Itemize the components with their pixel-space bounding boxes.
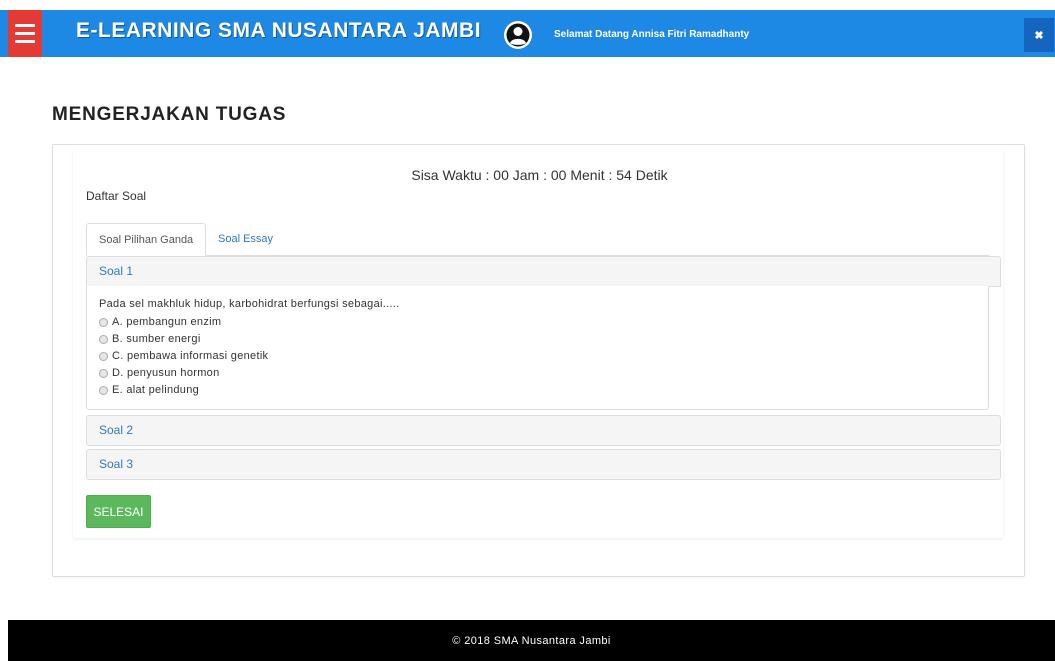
option-e[interactable]: E. alat pelindung [99,384,199,396]
question-3-header[interactable]: Soal 3 [86,449,1001,480]
app-title: E-LEARNING SMA NUSANTARA JAMBI [76,19,482,42]
radio-button[interactable] [99,351,108,361]
option-label: B. sumber energi [112,333,201,345]
option-a[interactable]: A. pembangun enzim [99,316,221,328]
tab-essay[interactable]: Soal Essay [206,223,285,255]
option-c[interactable]: C. pembawa informasi genetik [99,350,268,362]
radio-button[interactable] [99,334,108,344]
finish-button[interactable]: SELESAI [86,495,151,528]
option-label: D. penyusun hormon [112,367,220,379]
option-d[interactable]: D. penyusun hormon [99,367,220,379]
user-avatar-icon [504,21,532,49]
countdown-timer: Sisa Waktu : 00 Jam : 00 Menit : 54 Deti… [411,167,668,183]
question-2-header[interactable]: Soal 2 [86,415,1001,446]
tab-multiple-choice[interactable]: Soal Pilihan Ganda [86,223,207,256]
question-tabs: Soal Pilihan Ganda Soal Essay [86,223,989,256]
footer: © 2018 SMA Nusantara Jambi [8,620,1055,661]
option-b[interactable]: B. sumber energi [99,333,201,345]
welcome-text: Selamat Datang Annisa Fitri Ramadhanty [554,29,750,40]
question-text: Pada sel makhluk hidup, karbohidrat berf… [99,298,400,310]
close-icon[interactable]: ✖ [1024,18,1054,52]
page-title: MENGERJAKAN TUGAS [52,104,287,125]
question-1-header[interactable]: Soal 1 [86,256,1001,287]
radio-button[interactable] [99,368,108,378]
option-label: A. pembangun enzim [112,316,222,328]
radio-button[interactable] [99,317,108,327]
question-list-label: Daftar Soal [86,189,147,203]
hamburger-menu-icon[interactable] [8,10,42,57]
option-label: E. alat pelindung [112,384,200,396]
option-label: C. pembawa informasi genetik [112,350,269,362]
radio-button[interactable] [99,385,108,395]
question-1-body: Pada sel makhluk hidup, karbohidrat berf… [86,286,989,410]
